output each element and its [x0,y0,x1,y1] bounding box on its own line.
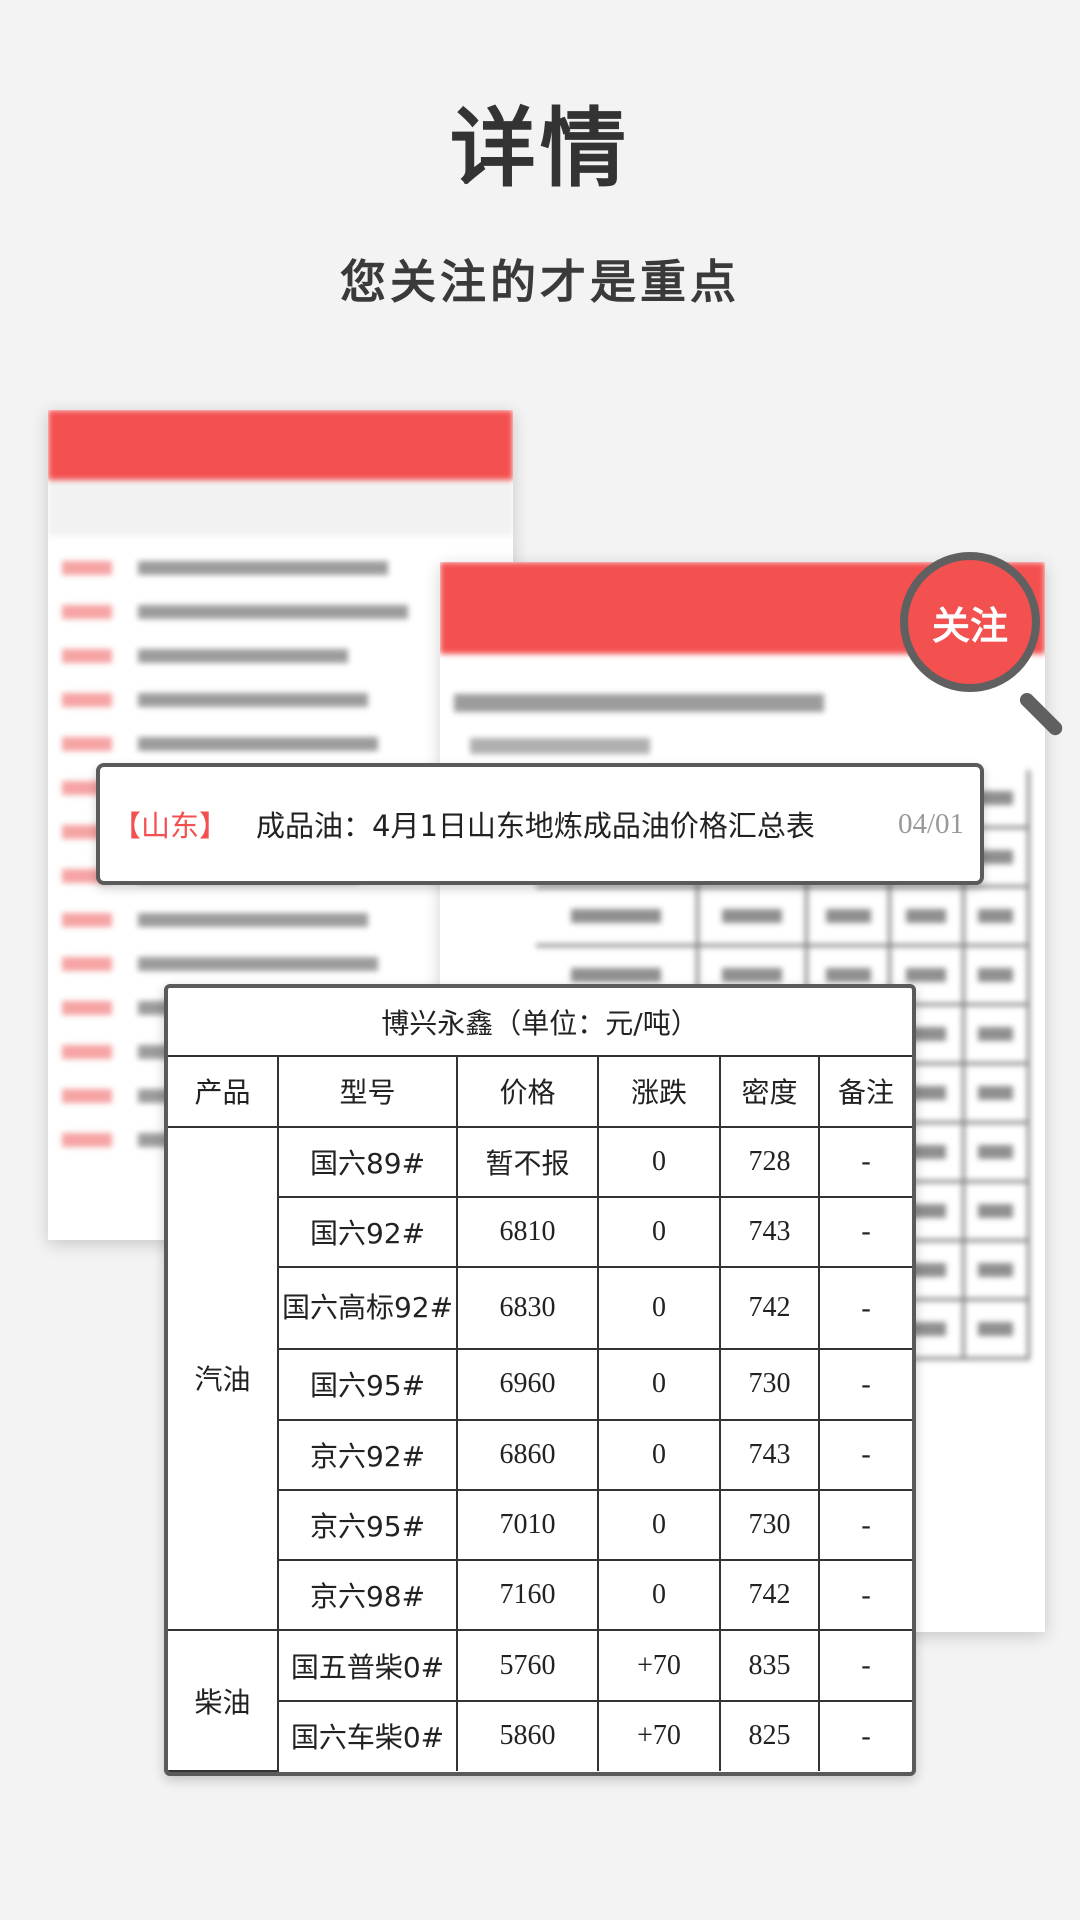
news-card[interactable]: 【山东】 成品油：4月1日山东地炼成品油价格汇总表 04/01 [96,763,984,885]
table-row: 柴油 国五普柴0# 5760 +70 835- [168,1629,912,1772]
model-cell: 京六92# [278,1418,458,1491]
table-caption: 博兴永鑫（单位：元/吨） [168,988,912,1058]
density-cell: 743 [719,1418,820,1491]
table-row: 国六车柴0# 5860 +70 825- [168,1699,912,1771]
news-date: 04/01 [897,807,964,840]
table-row: 京六95# 7010 0 730- [168,1488,912,1562]
model-cell: 国六95# [278,1348,458,1421]
model-cell: 国六92# [278,1195,458,1269]
density-cell: 742 [719,1559,820,1632]
note-cell: - [817,1418,912,1491]
note-cell: - [817,1699,912,1771]
price-cell: 暂不报 [456,1125,599,1198]
note-cell: - [817,1348,912,1421]
model-cell: 国六车柴0# [278,1699,458,1771]
note-cell: - [817,1195,912,1269]
follow-magnifier[interactable]: 关注 [896,548,1072,739]
price-cell: 7010 [456,1488,599,1562]
price-cell: 5860 [456,1699,599,1771]
change-cell: 0 [597,1195,721,1269]
note-cell: - [817,1125,912,1198]
news-region: 【山东】 [112,809,229,843]
model-cell: 国六高标92# [278,1266,458,1351]
product-cell: 柴油 [168,1629,279,1772]
product-cell: 汽油 [168,1125,279,1632]
density-cell: 835 [719,1629,820,1702]
price-cell: 7160 [456,1559,599,1632]
density-cell: 730 [719,1488,820,1562]
header-price: 价格 [456,1055,599,1128]
header-density: 密度 [719,1055,820,1128]
change-cell: 0 [597,1488,721,1562]
change-cell: 0 [597,1559,721,1632]
price-cell: 5760 [456,1629,599,1702]
header-product: 产品 [168,1055,279,1128]
model-cell: 国六89# [277,1125,458,1198]
header-note: 备注 [817,1055,912,1128]
follow-label: 关注 [931,603,1008,648]
follow-button[interactable]: 关注 [900,552,1040,692]
table-row: 京六98# 7160 0 742- [168,1559,912,1632]
change-cell: +70 [597,1629,721,1702]
model-cell: 国五普柴0# [277,1629,458,1702]
change-cell: 0 [597,1348,721,1421]
table-header-row: 产品 型号 价格 涨跌 密度 备注 [168,1055,912,1128]
density-cell: 730 [719,1348,820,1421]
news-title: 成品油：4月1日山东地炼成品油价格汇总表 [256,809,815,843]
table-row: 国六92# 6810 0 743- [168,1195,912,1269]
price-cell: 6830 [456,1266,599,1351]
density-cell: 742 [719,1266,820,1351]
price-cell: 6860 [456,1418,599,1491]
price-cell: 6960 [456,1348,599,1421]
header-change: 涨跌 [597,1055,721,1128]
price-cell: 6810 [456,1195,599,1269]
change-cell: 0 [597,1266,721,1351]
price-table: 博兴永鑫（单位：元/吨） 产品 型号 价格 涨跌 密度 备注 汽油 国六89# 暂不… [164,984,916,1776]
density-cell: 743 [719,1195,820,1269]
hero-title: 详情 [450,99,630,199]
hero-subtitle: 您关注的才是重点 [340,255,740,309]
table-row: 国六高标92# 6830 0 742- [168,1266,912,1351]
model-cell: 京六95# [278,1488,458,1562]
note-cell: - [817,1488,912,1562]
change-cell: +70 [597,1699,721,1771]
note-cell: - [817,1266,912,1351]
density-cell: 728 [719,1125,820,1198]
note-cell: - [817,1629,912,1702]
note-cell: - [817,1559,912,1632]
model-cell: 京六98# [278,1559,458,1632]
table-row: 京六92# 6860 0 743- [168,1418,912,1491]
change-cell: 0 [597,1125,721,1198]
change-cell: 0 [597,1418,721,1491]
density-cell: 825 [719,1699,820,1771]
table-row: 国六95# 6960 0 730- [168,1348,912,1421]
header-model: 型号 [277,1055,458,1128]
table-row: 汽油 国六89# 暂不报 0 728- [168,1125,912,1632]
